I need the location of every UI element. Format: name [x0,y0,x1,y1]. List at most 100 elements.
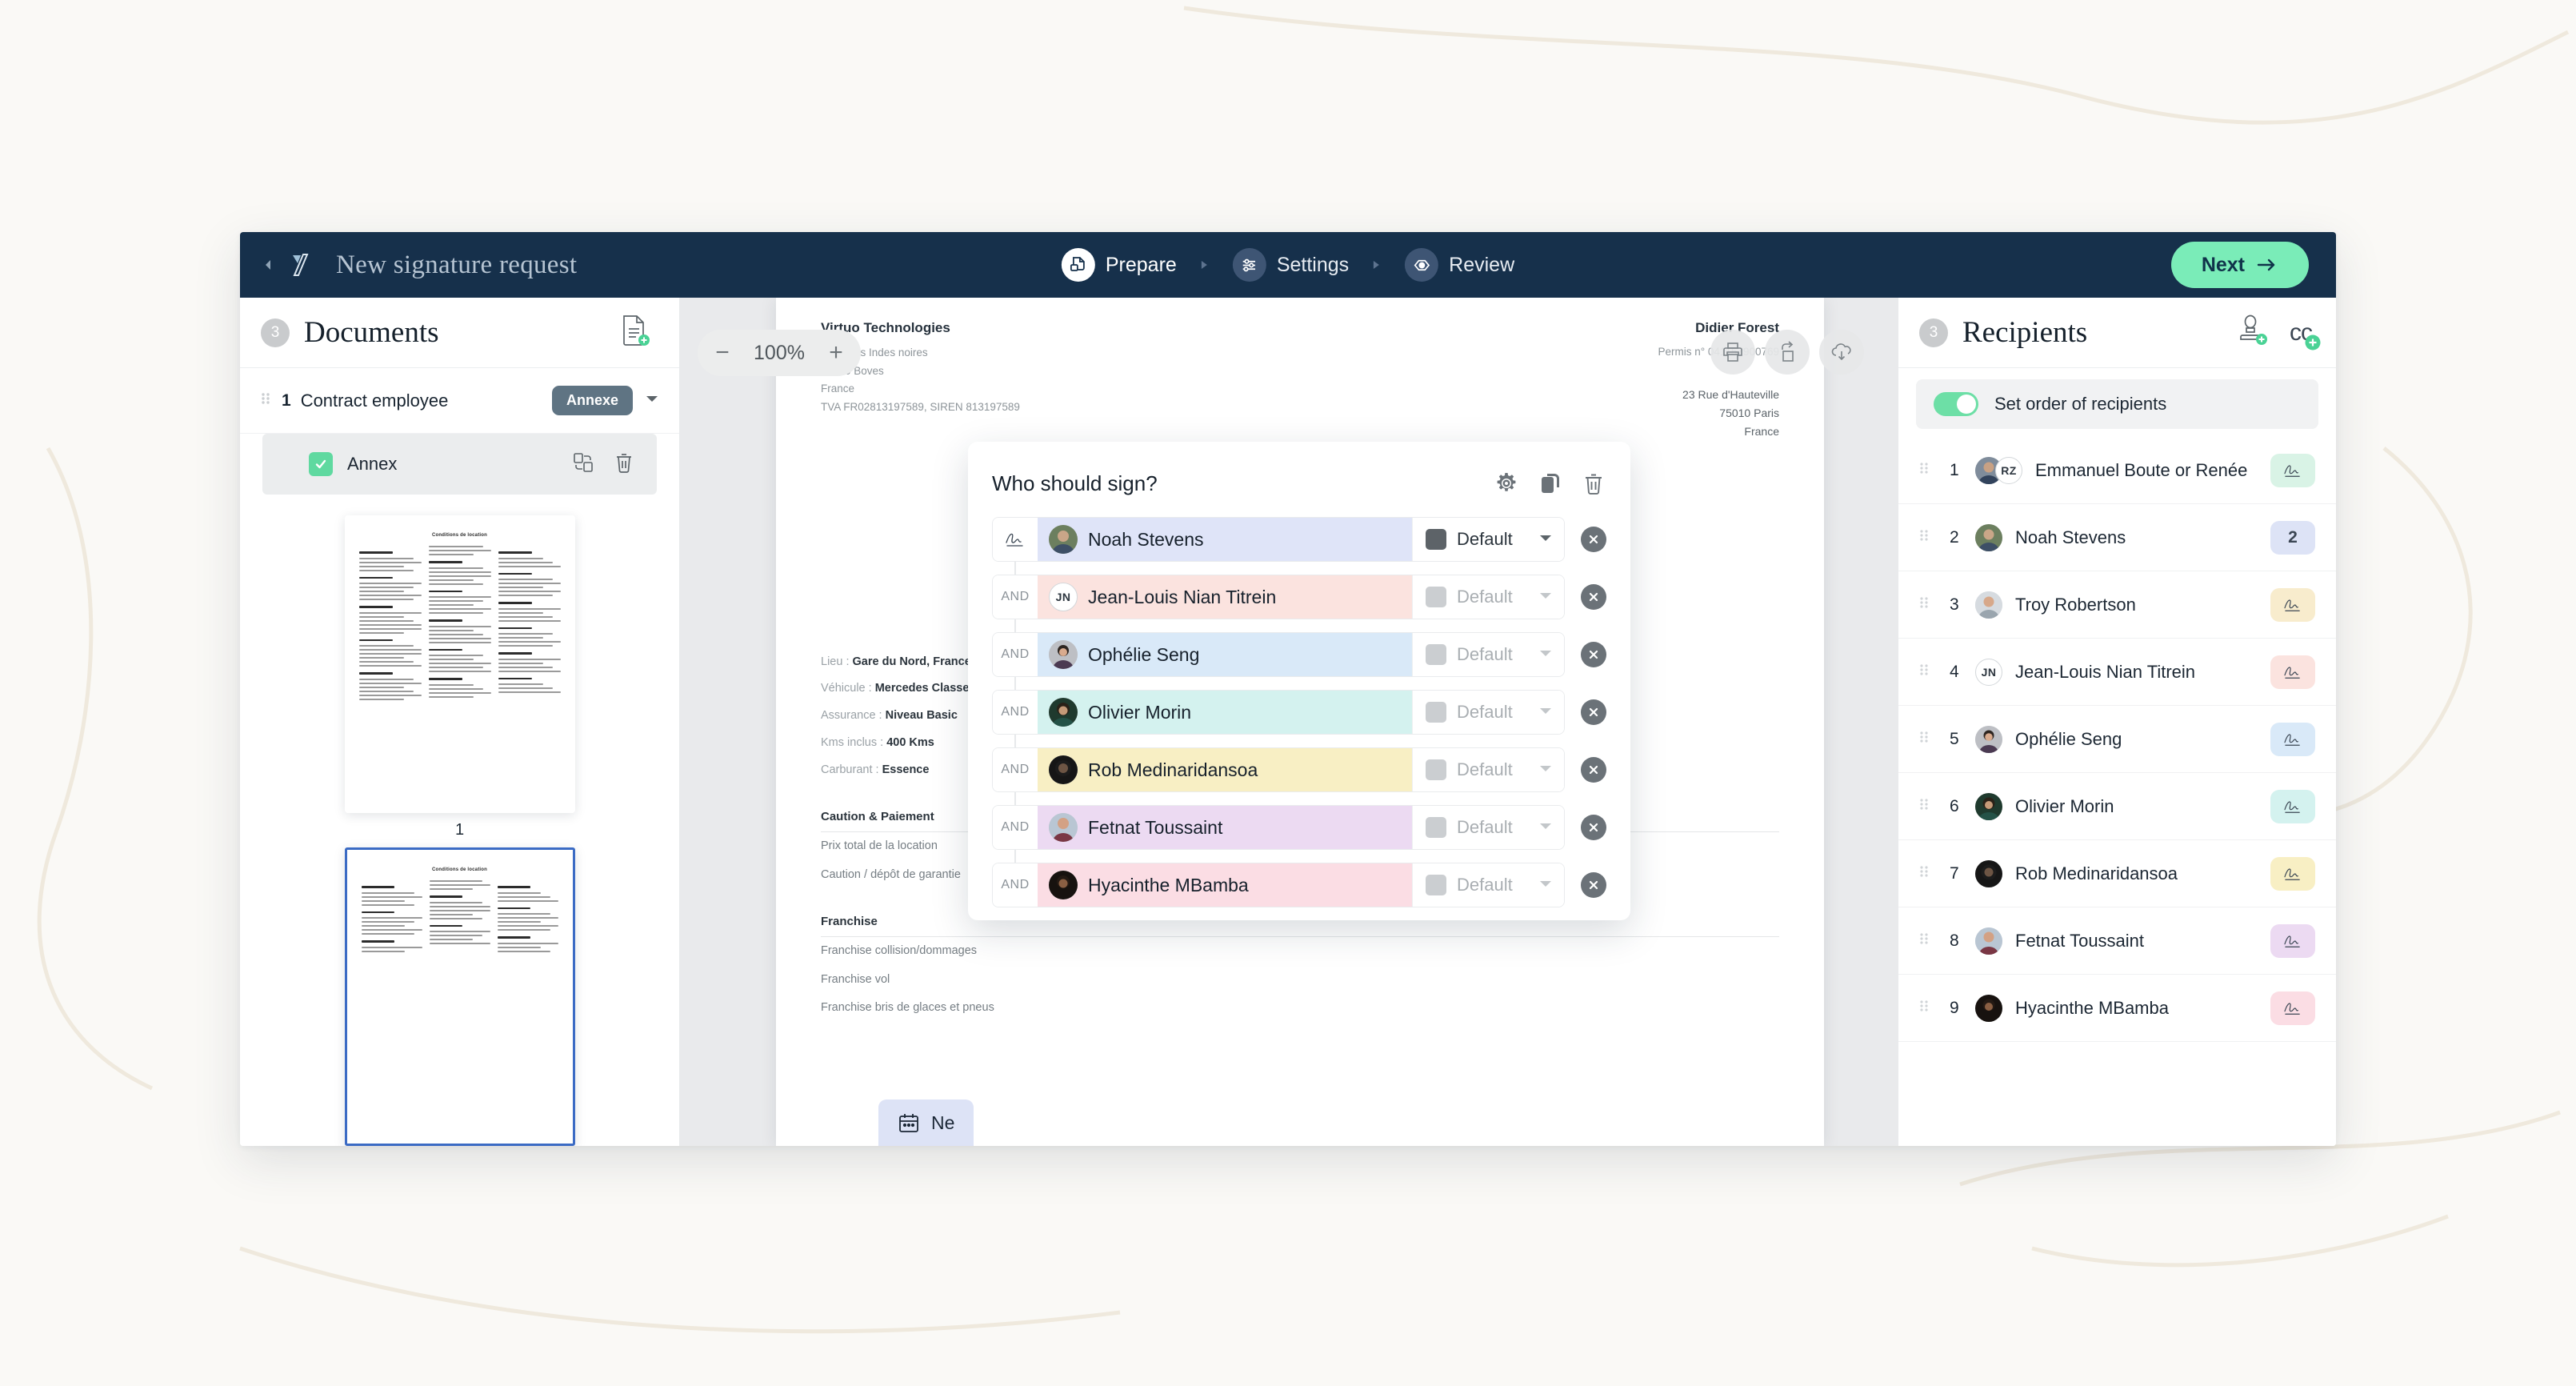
thumbnail-page-number: 1 [454,821,465,839]
drag-handle-icon[interactable] [261,391,270,411]
signer-field-select[interactable]: Default [1412,806,1564,849]
drag-handle-icon[interactable] [1919,729,1929,749]
trash-icon[interactable] [614,451,634,478]
drag-handle-icon[interactable] [1919,460,1929,480]
section-franchise-item-1: Franchise collision/dommages [821,944,978,958]
print-icon [1723,342,1742,362]
recipient-row[interactable]: 4 JN Jean-Louis Nian Titrein [1898,639,2336,706]
detail-lieu-label: Lieu : [821,655,850,668]
yousign-logo[interactable] [282,246,318,283]
recipient-row[interactable]: 7 Rob Medinaridansoa [1898,840,2336,907]
close-circle-icon[interactable] [1581,642,1606,667]
chevron-down-icon[interactable] [1538,647,1553,662]
chevron-down-icon[interactable] [1538,763,1553,777]
signer-row[interactable]: Noah Stevens Default [992,517,1606,562]
signer-connector [1014,850,1016,863]
add-signer-icon[interactable] [2237,314,2269,351]
signer-field-select[interactable]: Default [1412,863,1564,907]
signer-row[interactable]: AND Hyacinthe MBamba Default [992,850,1606,907]
share-icon [1782,341,1794,362]
set-order-toggle-row[interactable]: Set order of recipients [1916,379,2318,429]
chevron-down-icon[interactable] [1538,820,1553,835]
share-button[interactable] [1765,330,1810,375]
recipient-row[interactable]: 3 Troy Robertson [1898,571,2336,639]
documents-header: 3 Documents [240,298,679,368]
step-prepare[interactable]: Prepare [1057,245,1182,285]
recipient-row[interactable]: 8 Fetnat Toussaint [1898,907,2336,975]
signer-field-select[interactable]: Default [1412,633,1564,676]
document-index: 1 [282,391,291,410]
avatar-initials: JN [1975,658,2002,686]
signer-row[interactable]: AND JN Jean-Louis Nian Titrein Default [992,562,1606,619]
close-circle-icon[interactable] [1581,527,1606,552]
recipients-header-actions: cc [2237,314,2321,351]
add-cc-icon[interactable]: cc [2290,319,2321,350]
next-button[interactable]: Next [2170,242,2309,288]
thumbnail-columns [345,546,575,703]
zoom-out-button[interactable]: − [702,333,742,373]
signer-name-zone: Ophélie Seng [1038,633,1412,676]
thumbnail-page-1[interactable]: Conditions de location [344,515,575,814]
recipient-row[interactable]: 5 Ophélie Seng [1898,706,2336,773]
chevron-down-icon[interactable] [1538,705,1553,719]
close-circle-icon[interactable] [1581,699,1606,725]
document-toolbar [1710,330,1864,375]
and-label: AND [993,806,1038,849]
close-circle-icon[interactable] [1581,872,1606,898]
chevron-down-icon[interactable] [1538,532,1553,547]
caret-left-icon[interactable] [259,256,277,274]
print-button[interactable] [1710,330,1755,375]
signer-name: Hyacinthe MBamba [1088,874,1249,895]
chevron-down-icon[interactable] [1538,878,1553,892]
check-icon[interactable] [309,452,333,476]
drag-handle-icon[interactable] [1919,796,1929,816]
signer-row[interactable]: AND Fetnat Toussaint Default [992,792,1606,850]
date-field-pill[interactable]: Ne [878,1100,974,1146]
recipient-row[interactable]: 6 Olivier Morin [1898,773,2336,840]
annexe-tag[interactable]: Annexe [551,386,633,415]
step-settings[interactable]: Settings [1228,245,1354,285]
add-document-icon[interactable] [618,314,650,351]
close-circle-icon[interactable] [1581,584,1606,610]
signature-icon [2284,666,2300,679]
signer-field-select[interactable]: Default [1412,691,1564,734]
chevron-down-icon[interactable] [644,393,660,408]
signer-row[interactable]: AND Ophélie Seng Default [992,619,1606,677]
drag-handle-icon[interactable] [1919,527,1929,547]
thumbnail-page-2[interactable]: Conditions de location [344,847,575,1146]
drag-handle-icon[interactable] [1919,595,1929,615]
set-order-toggle[interactable] [1934,392,1978,416]
recipient-row[interactable]: 9 Hyacinthe MBamba [1898,975,2336,1042]
signer-row[interactable]: AND Olivier Morin Default [992,677,1606,735]
chevron-down-icon[interactable] [1538,590,1553,604]
signer-field-select[interactable]: Default [1412,748,1564,791]
recipient-avatars [1975,523,2002,551]
close-circle-icon[interactable] [1581,815,1606,840]
close-circle-icon[interactable] [1581,757,1606,783]
drag-handle-icon[interactable] [1919,998,1929,1018]
gear-icon[interactable] [1494,471,1518,495]
recipient-row[interactable]: 1 RZ Emmanuel Boute or Renée [1898,437,2336,504]
recipient-badge [2270,923,2315,958]
drag-handle-icon[interactable] [1919,931,1929,951]
document-row[interactable]: 1 Contract employee Annexe [240,368,679,434]
download-button[interactable] [1819,330,1864,375]
signer-field-select[interactable]: Default [1412,575,1564,619]
recipient-row[interactable]: 2 Noah Stevens 2 [1898,504,2336,571]
detail-assurance-label: Assurance : [821,709,882,723]
step-review[interactable]: Review [1400,245,1519,285]
zoom-in-button[interactable]: + [816,333,856,373]
field-color-swatch [1426,587,1446,607]
avatar [1049,525,1078,554]
copy-icon[interactable] [1539,471,1562,495]
drag-handle-icon[interactable] [1919,863,1929,883]
replace-document-icon[interactable] [572,451,594,478]
signer-name: Rob Medinaridansoa [1088,759,1258,780]
recipient-index: 5 [1950,729,1959,748]
trash-icon[interactable] [1582,471,1605,495]
signer-row[interactable]: AND Rob Medinaridansoa Default [992,735,1606,792]
signer-field-select[interactable]: Default [1412,518,1564,561]
annex-item[interactable]: Annex [262,434,657,495]
documents-title: Documents [304,316,439,349]
drag-handle-icon[interactable] [1919,662,1929,682]
